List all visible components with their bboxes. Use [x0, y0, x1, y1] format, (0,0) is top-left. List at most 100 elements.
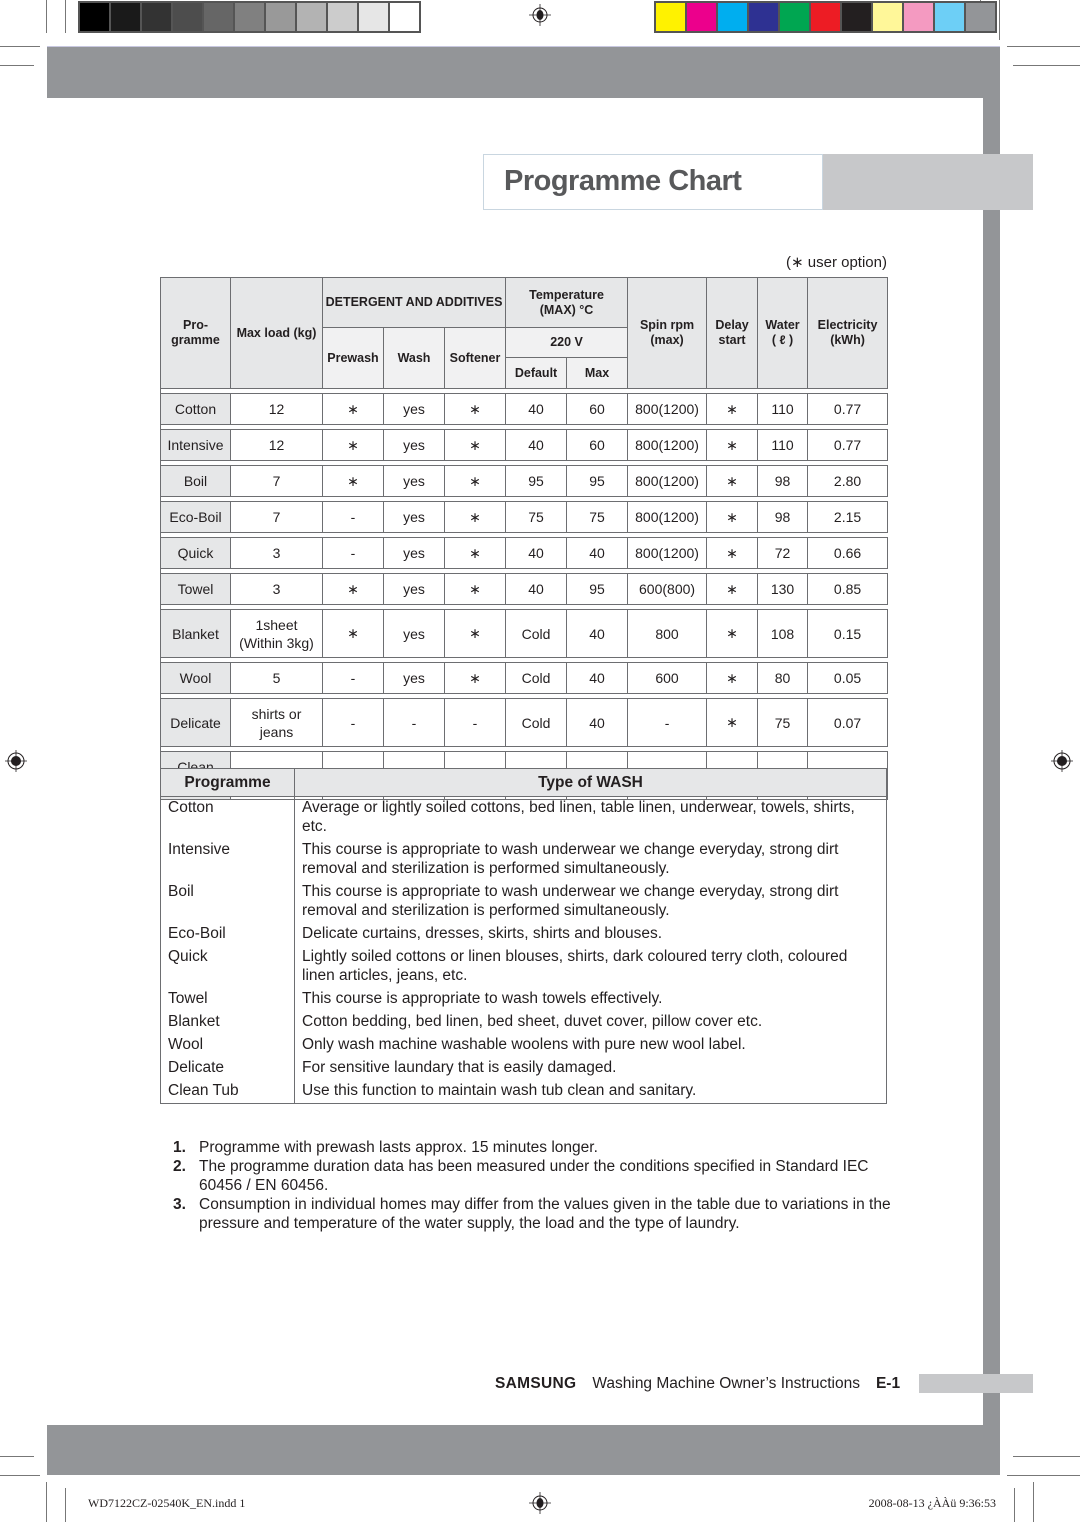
cell-temp-max: 60 — [566, 429, 629, 461]
document-title: Washing Machine Owner’s Instructions — [592, 1375, 860, 1392]
header-spin-rpm: Spin rpm (max) — [627, 277, 708, 389]
cell-water: 72 — [757, 537, 809, 569]
wash-programme-name: Quick — [160, 946, 295, 988]
cell-wash: yes — [383, 573, 445, 605]
note-number: 2. — [173, 1158, 186, 1175]
color-swatch — [842, 3, 871, 31]
cell-softener: ∗ — [443, 609, 507, 658]
title-accent-tab — [823, 154, 1033, 210]
cell-programme: Eco-Boil — [160, 501, 231, 533]
cell-temp-default: Cold — [505, 662, 568, 694]
cell-water: 130 — [757, 573, 809, 605]
programme-spec-table: Pro- gramme Max load (kg) DETERGENT AND … — [159, 277, 889, 800]
wash-row: Cotton Average or lightly soiled cottons,… — [160, 796, 887, 839]
wash-description: This course is appropriate to wash under… — [294, 839, 887, 881]
page-frame-top — [47, 46, 1000, 98]
crop-mark — [1033, 1482, 1034, 1522]
cell-electricity: 2.80 — [807, 465, 889, 497]
cell-prewash: ∗ — [322, 429, 384, 461]
cell-wash: yes — [383, 662, 445, 694]
cell-electricity: 0.07 — [807, 698, 889, 747]
wash-description: Only wash machine washable woolens with … — [294, 1034, 887, 1057]
header-max-load: Max load (kg) — [230, 277, 323, 389]
color-swatch — [656, 3, 685, 31]
color-swatch — [297, 3, 326, 31]
cell-programme: Towel — [160, 573, 231, 605]
wash-programme-name: Cotton — [160, 796, 295, 839]
cell-electricity: 0.85 — [807, 573, 889, 605]
crop-mark — [0, 1475, 40, 1476]
grey-color-bar — [78, 1, 421, 33]
cell-spin: 600(800) — [627, 573, 708, 605]
cell-spin: 800(1200) — [627, 429, 708, 461]
crop-mark — [0, 1456, 34, 1457]
wash-programme-name: Blanket — [160, 1011, 295, 1034]
page-frame-right — [983, 97, 1000, 1425]
cell-electricity: 0.77 — [807, 393, 889, 425]
cell-temp-max: 60 — [566, 393, 629, 425]
page-footer: SAMSUNG Washing Machine Owner’s Instruct… — [495, 1375, 900, 1393]
color-swatch — [687, 3, 716, 31]
cell-temp-default: 40 — [505, 429, 568, 461]
wash-programme-name: Intensive — [160, 839, 295, 881]
cell-electricity: 0.15 — [807, 609, 889, 658]
cell-spin: 800(1200) — [627, 465, 708, 497]
color-swatch — [111, 3, 140, 31]
crop-mark — [1014, 1488, 1015, 1522]
spec-row: Quick 3- yes ∗ 40 40 800(1200) ∗ 72 0.66 — [160, 537, 889, 569]
color-swatch — [328, 3, 357, 31]
color-swatch — [935, 3, 964, 31]
note-text: The programme duration data has been mea… — [199, 1158, 869, 1194]
cell-prewash: ∗ — [322, 393, 384, 425]
cell-spin: 600 — [627, 662, 708, 694]
page-title-box: Programme Chart — [483, 154, 823, 210]
header-voltage: 220 V — [505, 327, 629, 358]
slug-timestamp: 2008-08-13 ¿ÀÀü 9:36:53 — [868, 1496, 996, 1510]
cell-water: 110 — [757, 429, 809, 461]
cell-wash: yes — [383, 537, 445, 569]
cell-softener: ∗ — [443, 429, 507, 461]
color-swatch — [359, 3, 388, 31]
crop-mark — [1013, 65, 1080, 66]
cell-temp-default: Cold — [505, 698, 568, 747]
header-programme: Pro- gramme — [160, 277, 231, 389]
user-option-note: (∗ user option) — [786, 254, 887, 271]
wash-row: Clean Tub Use this function to maintain w… — [160, 1080, 887, 1104]
notes-list: 1. Programme with prewash lasts approx. 1… — [173, 1138, 893, 1233]
wash-row: Intensive This course is appropriate to w… — [160, 839, 887, 881]
cell-max-load: 3 — [230, 573, 323, 605]
cell-programme: Intensive — [160, 429, 231, 461]
color-swatch — [718, 3, 747, 31]
wash-type-table: Programme Type of WASH Cotton Average or … — [160, 768, 887, 1104]
wash-header-programme: Programme — [160, 768, 295, 797]
header-temp-default: Default — [505, 357, 568, 389]
registration-mark-icon — [529, 1492, 551, 1514]
cell-water: 110 — [757, 393, 809, 425]
cell-delay: ∗ — [706, 393, 759, 425]
cell-programme: Cotton — [160, 393, 231, 425]
cell-delay: ∗ — [706, 501, 759, 533]
wash-programme-name: Boil — [160, 881, 295, 923]
note-item: 1. Programme with prewash lasts approx. 1… — [173, 1138, 893, 1157]
header-temperature: Temperature (MAX) °C — [505, 277, 629, 328]
color-swatch — [780, 3, 809, 31]
spec-row: Delicate shirts or jeans - - - Cold 40- ∗ 75 0.07 — [160, 698, 889, 747]
crop-mark — [0, 46, 40, 47]
registration-mark-icon — [5, 750, 27, 772]
color-swatch — [966, 3, 995, 31]
cell-max-load: 5 — [230, 662, 323, 694]
cell-programme: Wool — [160, 662, 231, 694]
color-swatch — [235, 3, 264, 31]
cell-programme: Blanket — [160, 609, 231, 658]
cell-delay: ∗ — [706, 573, 759, 605]
wash-description: Lightly soiled cottons or linen blouses,… — [294, 946, 887, 988]
crop-mark — [46, 0, 47, 33]
cell-spin: - — [627, 698, 708, 747]
crop-mark — [999, 0, 1000, 40]
note-text: Consumption in individual homes may diff… — [199, 1196, 891, 1232]
wash-description: This course is appropriate to wash towel… — [294, 988, 887, 1011]
cell-delay: ∗ — [706, 429, 759, 461]
cell-prewash: - — [322, 698, 384, 747]
wash-header-type: Type of WASH — [294, 768, 887, 797]
cell-wash: yes — [383, 429, 445, 461]
